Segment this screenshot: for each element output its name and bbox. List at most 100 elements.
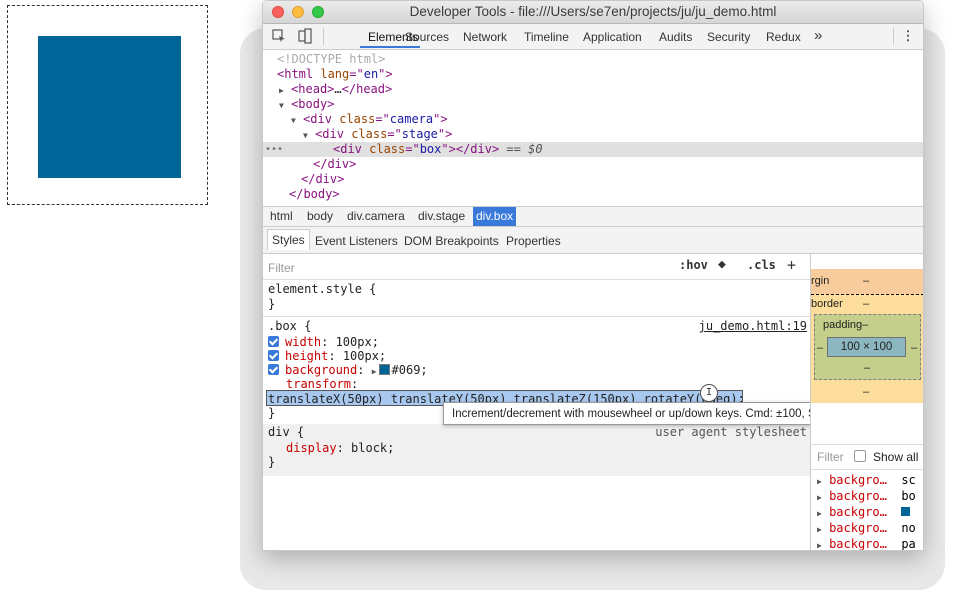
- expand-arrow-icon[interactable]: ▶: [279, 86, 284, 95]
- breadcrumb-item-active[interactable]: div.box: [473, 207, 517, 226]
- demo-frame: [7, 5, 208, 205]
- computed-value: sc: [901, 473, 916, 487]
- breadcrumb-item[interactable]: body: [304, 207, 336, 226]
- tab-network[interactable]: Network: [463, 30, 507, 44]
- property-value: block;: [351, 441, 395, 455]
- dom-line[interactable]: </div>: [263, 172, 923, 187]
- active-tab-indicator: [360, 46, 420, 48]
- padding-left-value[interactable]: –: [817, 342, 823, 354]
- tag-text: <div: [333, 142, 370, 156]
- padding-right-value[interactable]: –: [911, 342, 917, 354]
- computed-item[interactable]: ▶ backgro…: [817, 504, 911, 520]
- dom-line[interactable]: ▶ <head>…</head>: [263, 82, 923, 97]
- expand-arrow-icon[interactable]: ▶: [817, 541, 822, 550]
- property-name[interactable]: background: [285, 363, 357, 377]
- cls-toggle[interactable]: .cls: [747, 258, 776, 272]
- tab-styles[interactable]: Styles: [267, 229, 310, 250]
- tab-security[interactable]: Security: [707, 30, 750, 44]
- computed-item[interactable]: ▶ backgro… sc: [817, 472, 916, 488]
- expand-arrow-icon[interactable]: ▶: [817, 525, 822, 534]
- margin-value[interactable]: –: [863, 275, 869, 287]
- computed-item[interactable]: ▶ backgro… bo: [817, 488, 916, 504]
- computed-item[interactable]: ▶ backgro… no: [817, 520, 916, 536]
- box-model-pane: rgin – border – padding– – – – 100 × 100…: [810, 254, 923, 550]
- property-name: display: [286, 441, 337, 455]
- border-value[interactable]: –: [863, 298, 869, 310]
- computed-name: backgro…: [829, 521, 887, 535]
- padding-label: padding–: [823, 319, 869, 331]
- device-toolbar-icon[interactable]: [297, 28, 313, 44]
- tab-audits[interactable]: Audits: [659, 30, 692, 44]
- tab-timeline[interactable]: Timeline: [524, 30, 569, 44]
- checkbox-icon[interactable]: [268, 364, 279, 375]
- dom-line[interactable]: ▼ <div class="camera">: [263, 112, 923, 127]
- property-value[interactable]: 100px;: [336, 335, 379, 349]
- css-property-display: display: block;: [286, 441, 395, 455]
- show-all-checkbox[interactable]: [854, 450, 866, 462]
- property-name[interactable]: height: [285, 349, 328, 363]
- expand-arrow-icon[interactable]: ▶: [372, 367, 377, 376]
- color-format-icon[interactable]: ◆: [718, 257, 726, 272]
- close-brace: }: [268, 455, 276, 469]
- color-swatch[interactable]: [378, 364, 390, 375]
- property-name[interactable]: width: [285, 335, 321, 349]
- property-value[interactable]: 100px;: [343, 349, 386, 363]
- expand-arrow-icon[interactable]: ▶: [817, 509, 822, 518]
- collapse-arrow-icon[interactable]: ▼: [279, 101, 284, 110]
- breadcrumb-item[interactable]: div.camera: [344, 207, 408, 226]
- property-value[interactable]: #069;: [392, 363, 428, 377]
- element-style-selector[interactable]: element.style {: [268, 282, 376, 297]
- attr-value: en: [363, 67, 379, 81]
- breadcrumb-item[interactable]: html: [267, 207, 296, 226]
- styles-filter-input[interactable]: Filter: [268, 261, 295, 275]
- source-link[interactable]: ju_demo.html:19: [699, 319, 807, 333]
- hov-toggle[interactable]: :hov: [679, 258, 708, 272]
- tag-text: </head>: [341, 82, 393, 96]
- attr-name: class: [369, 142, 406, 156]
- breadcrumb-item[interactable]: div.stage: [415, 207, 468, 226]
- tag-text: </body>: [289, 187, 340, 201]
- css-property-background[interactable]: background: ▶ #069;: [268, 363, 428, 378]
- more-tabs-icon[interactable]: »: [814, 27, 822, 44]
- property-name[interactable]: transform: [286, 377, 351, 391]
- menu-kebab-icon[interactable]: ⋮: [900, 28, 916, 44]
- add-rule-icon[interactable]: +: [787, 256, 796, 274]
- css-property-height[interactable]: height: 100px;: [268, 349, 386, 364]
- ua-stylesheet-label: user agent stylesheet: [655, 425, 807, 439]
- tab-event-listeners[interactable]: Event Listeners: [315, 234, 398, 248]
- dom-line[interactable]: <html lang="en">: [263, 67, 923, 82]
- tag-text: <div: [315, 127, 352, 141]
- box-rule-selector[interactable]: .box {: [268, 319, 311, 334]
- margin-bottom-value[interactable]: –: [863, 386, 869, 398]
- computed-value: no: [901, 521, 916, 535]
- checkbox-icon[interactable]: [268, 350, 279, 361]
- tag-text: ></div>: [448, 142, 500, 156]
- css-property-width[interactable]: width: 100px;: [268, 335, 379, 350]
- more-icon[interactable]: •••: [265, 142, 283, 157]
- checkbox-icon[interactable]: [268, 336, 279, 347]
- tab-application[interactable]: Application: [583, 30, 642, 44]
- inspect-element-icon[interactable]: [271, 28, 287, 44]
- expand-arrow-icon[interactable]: ▶: [817, 477, 822, 486]
- dom-line[interactable]: ▼ <div class="stage">: [263, 127, 923, 142]
- collapse-arrow-icon[interactable]: ▼: [291, 116, 296, 125]
- computed-name: backgro…: [829, 489, 887, 503]
- collapse-arrow-icon[interactable]: ▼: [303, 131, 308, 140]
- dom-line-selected[interactable]: ••• <div class="box"></div> == $0: [263, 142, 923, 157]
- tab-properties[interactable]: Properties: [506, 234, 561, 248]
- tab-redux[interactable]: Redux: [766, 30, 801, 44]
- computed-filter-input[interactable]: Filter: [817, 450, 844, 464]
- computed-name: backgro…: [829, 505, 887, 519]
- attr-name: lang: [320, 67, 350, 81]
- expand-arrow-icon[interactable]: ▶: [817, 493, 822, 502]
- box-model-content[interactable]: 100 × 100: [827, 337, 906, 357]
- padding-bottom-value[interactable]: –: [864, 362, 870, 374]
- dom-line[interactable]: </div>: [263, 157, 923, 172]
- tab-sources[interactable]: Sources: [405, 30, 449, 44]
- computed-item[interactable]: ▶ backgro… pa: [817, 536, 916, 550]
- dom-line[interactable]: <!DOCTYPE html>: [263, 52, 923, 67]
- ua-rule-block: div { user agent stylesheet display: blo…: [263, 424, 810, 476]
- dom-line[interactable]: ▼ <body>: [263, 97, 923, 112]
- dom-line[interactable]: </body>: [263, 187, 923, 202]
- tab-dom-breakpoints[interactable]: DOM Breakpoints: [404, 234, 499, 248]
